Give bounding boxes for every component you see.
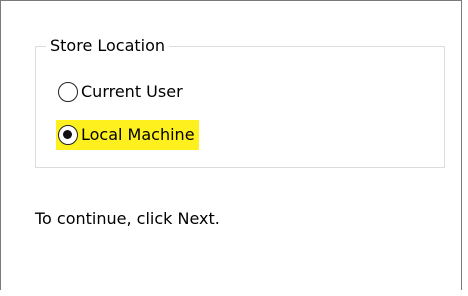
local-machine-option[interactable]: Local Machine (56, 120, 199, 150)
current-user-option[interactable]: Current User (56, 77, 187, 107)
instruction-text: To continue, click Next. (35, 209, 220, 228)
local-machine-label[interactable]: Local Machine (81, 124, 195, 146)
store-location-title: Store Location (46, 34, 170, 58)
current-user-radio[interactable] (58, 82, 78, 102)
local-machine-radio[interactable] (58, 125, 78, 145)
current-user-label[interactable]: Current User (81, 81, 183, 103)
wizard-page: Store Location Current User Local Machin… (0, 0, 462, 290)
store-location-groupbox: Store Location Current User Local Machin… (35, 34, 445, 168)
